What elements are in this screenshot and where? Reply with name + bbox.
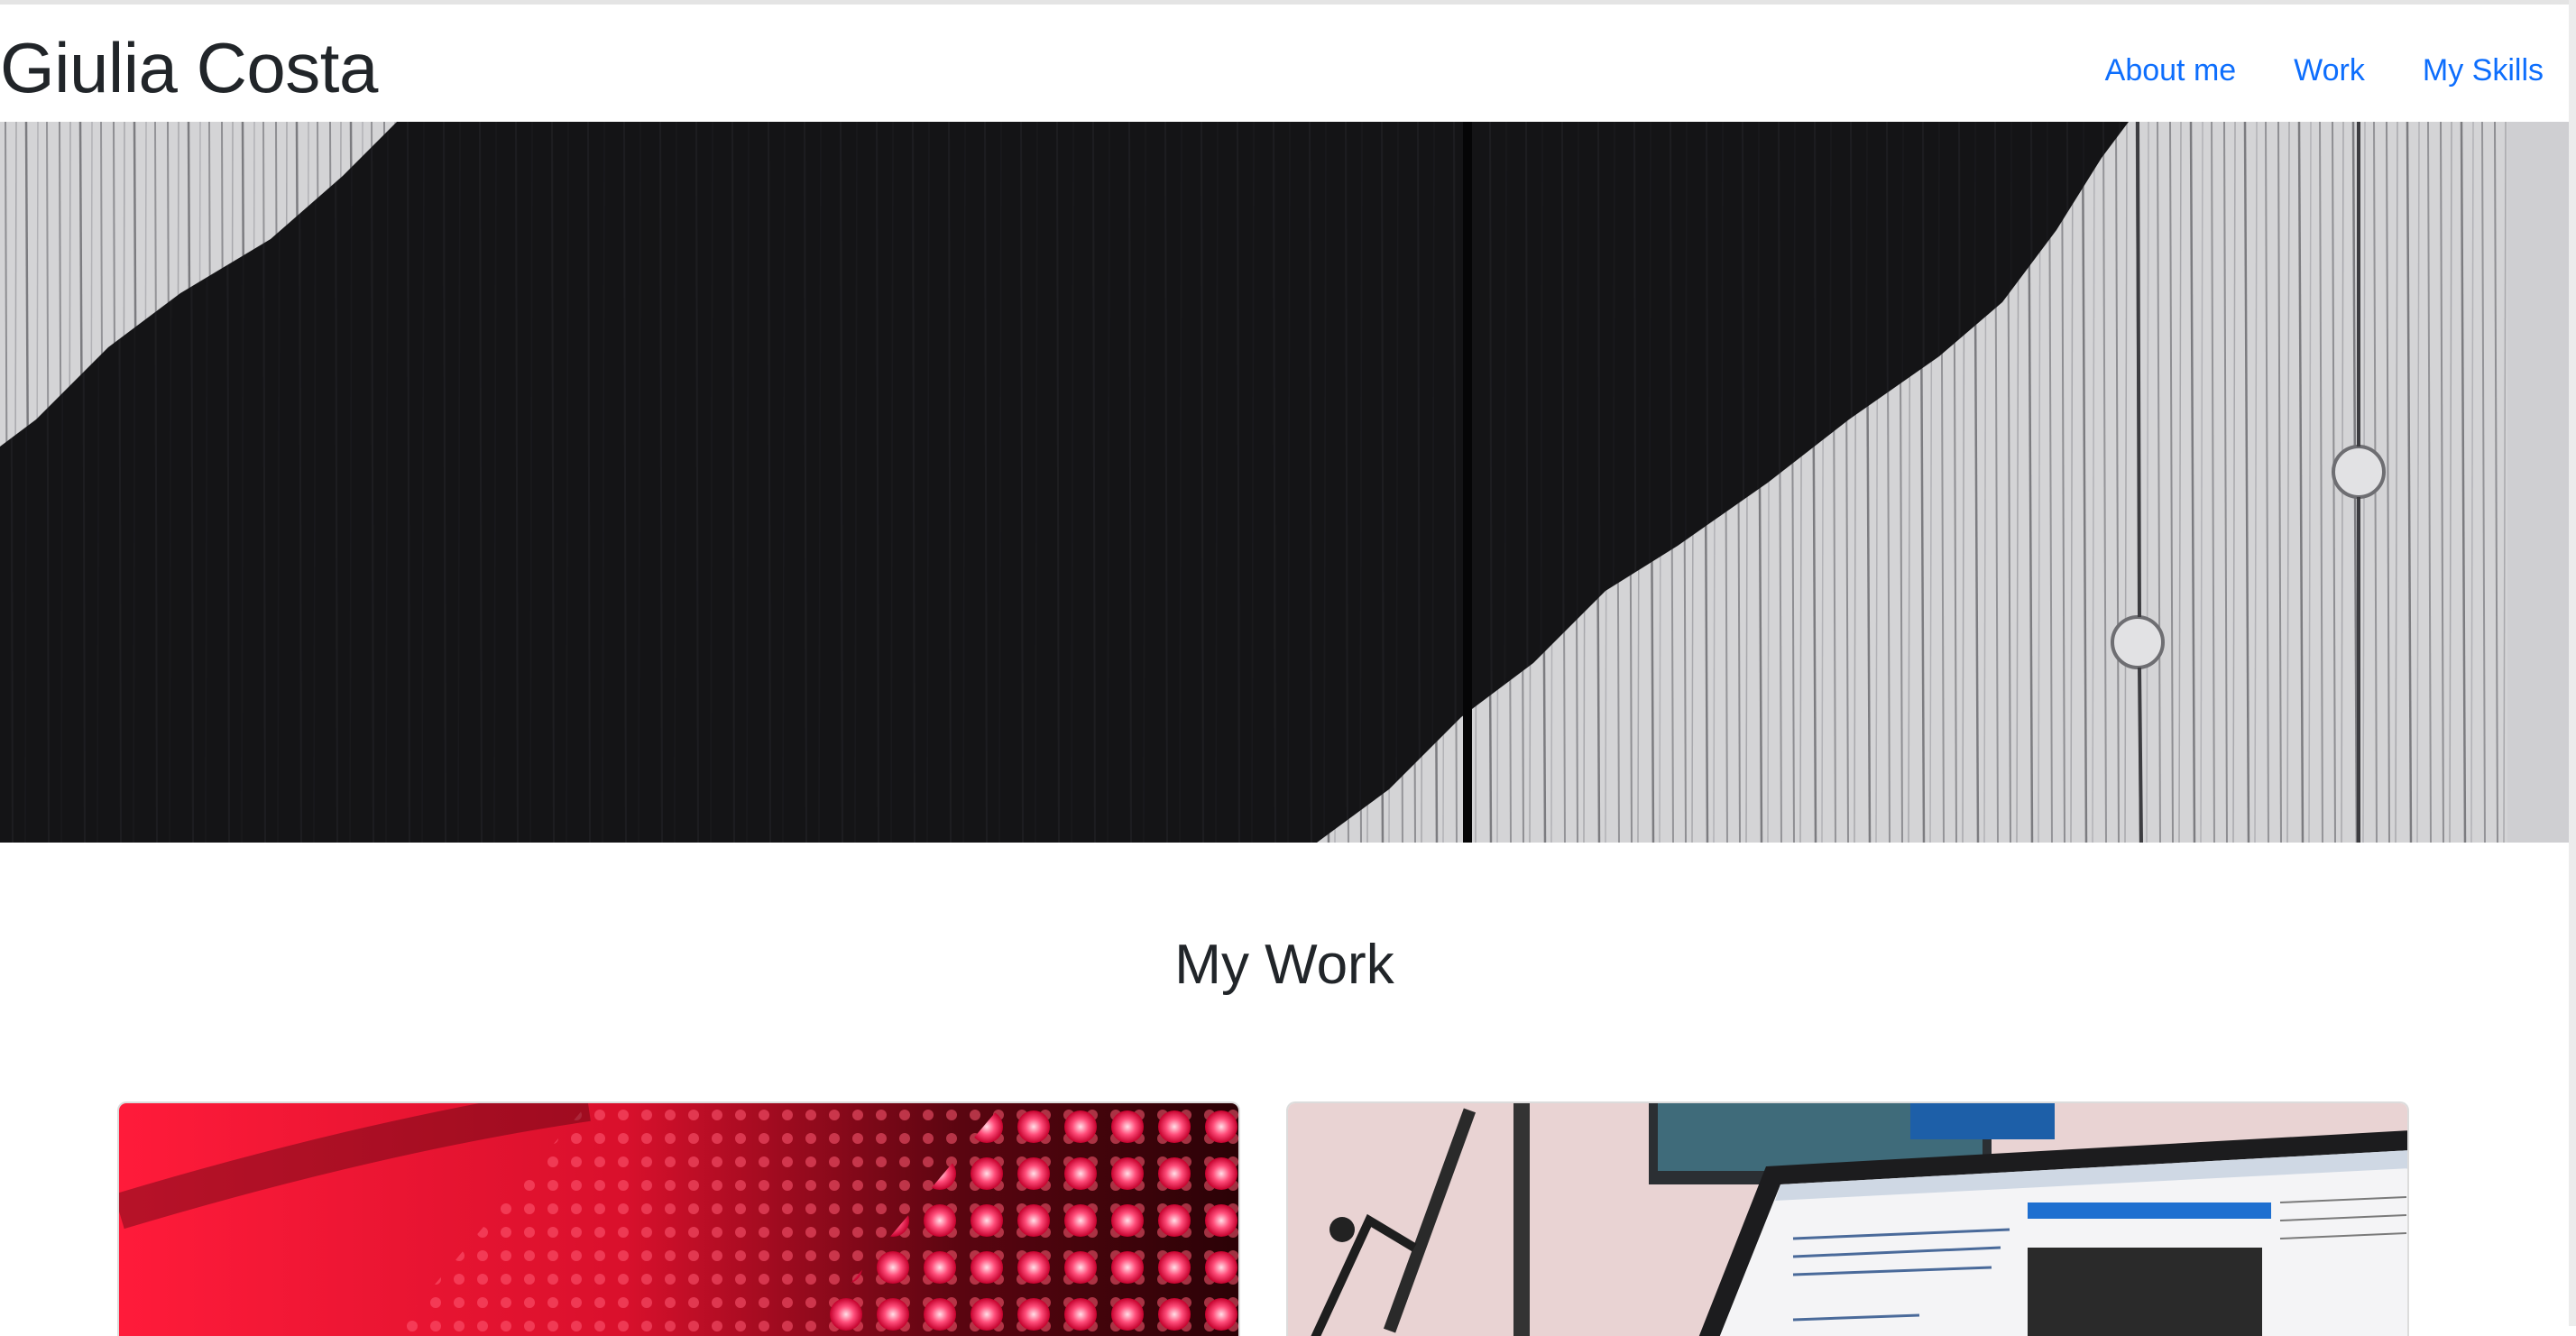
window-right-border — [2569, 0, 2576, 1326]
work-card-image[interactable] — [1286, 1101, 2409, 1336]
brand-link[interactable]: Giulia Costa — [0, 23, 378, 113]
nav-link-my-skills[interactable]: My Skills — [2423, 50, 2544, 91]
work-card-image[interactable] — [117, 1101, 1240, 1336]
nav-link-work[interactable]: Work — [2294, 50, 2365, 91]
page: Giulia Costa About me Work My Skills My … — [0, 0, 2569, 1336]
hero-image — [0, 122, 2569, 843]
navbar: Giulia Costa About me Work My Skills — [0, 5, 2569, 122]
nav-link-about-me[interactable]: About me — [2105, 50, 2237, 91]
my-work-heading: My Work — [1174, 934, 1394, 996]
nav-menu: About me Work My Skills — [2105, 50, 2544, 91]
